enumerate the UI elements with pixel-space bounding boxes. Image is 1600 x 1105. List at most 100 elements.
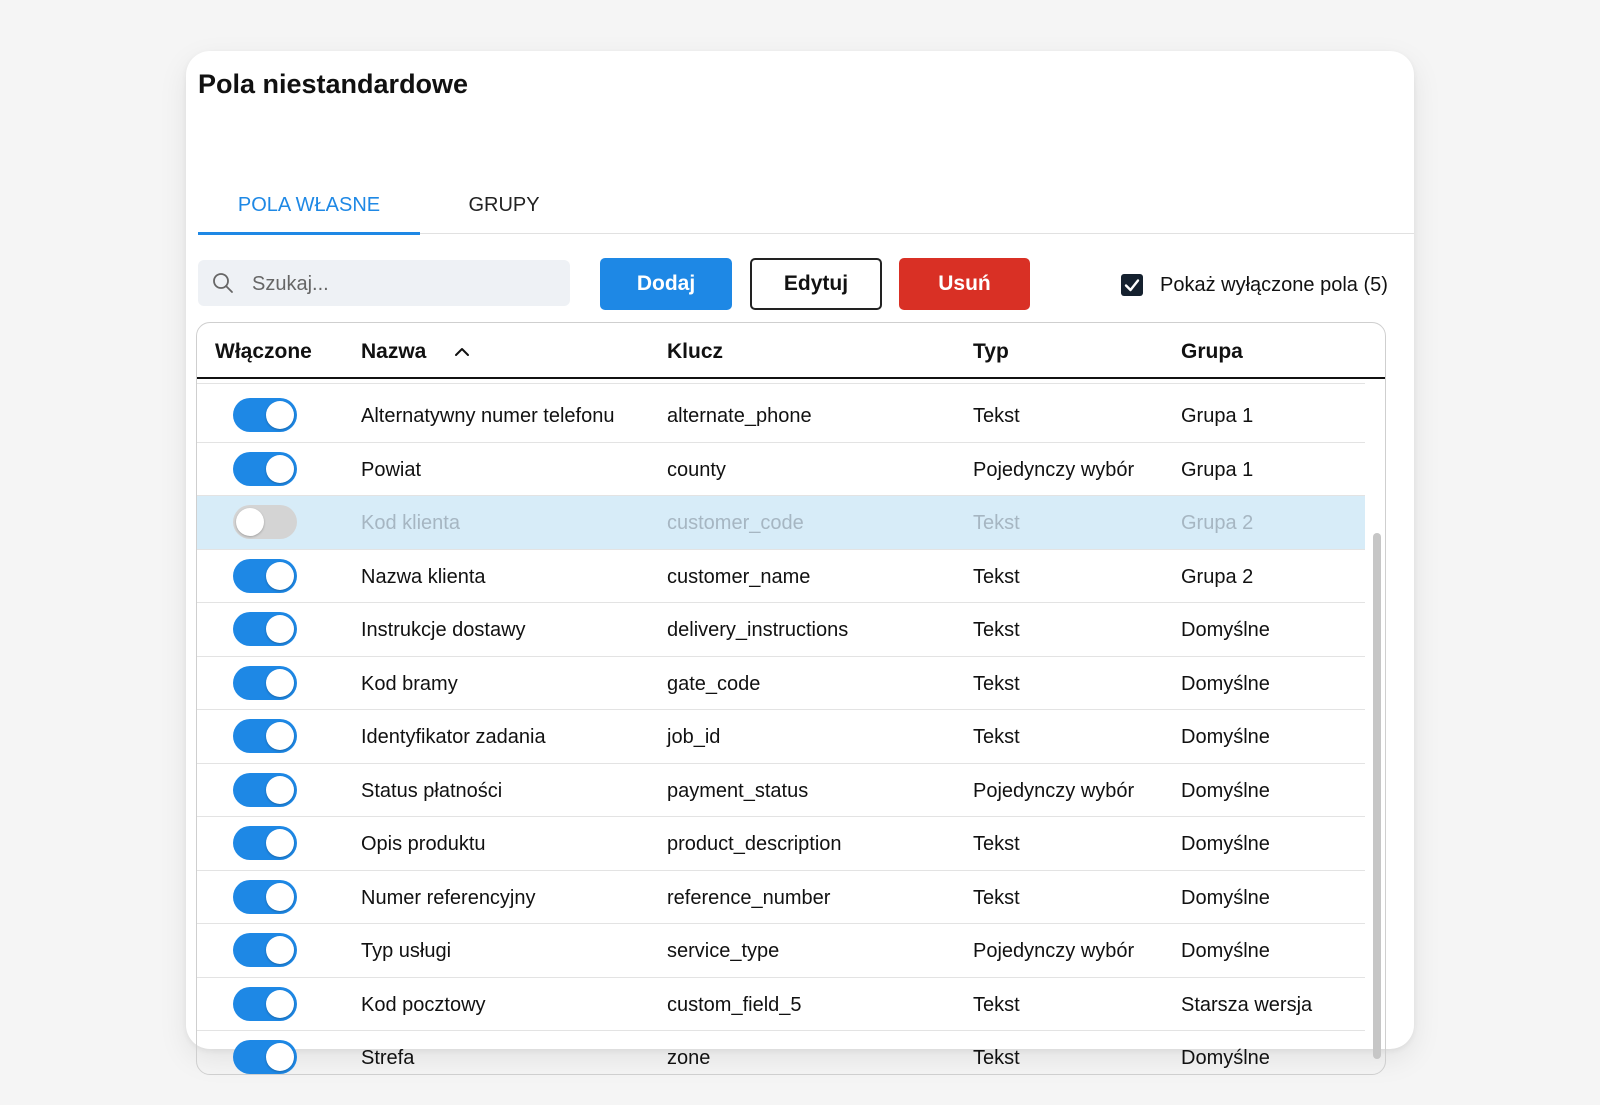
switch-knob <box>266 882 294 911</box>
table-row[interactable]: Instrukcje dostawy delivery_instructions T… <box>197 603 1365 657</box>
enabled-switch[interactable] <box>233 826 297 860</box>
enabled-switch[interactable] <box>233 665 297 700</box>
table-row[interactable]: Kod pocztowy custom_field_5 Tekst Starsza w… <box>197 978 1365 1031</box>
key-cell: service_type <box>667 940 780 962</box>
group-cell: Domyślne <box>1181 1047 1270 1069</box>
add-button[interactable]: Dodaj <box>600 258 732 310</box>
enabled-switch[interactable] <box>233 879 297 914</box>
tab-custom-fields[interactable]: POLA WŁASNE <box>198 175 420 235</box>
type-cell: Tekst <box>973 993 1020 1016</box>
table-row[interactable]: Identyfikator zadania job_id Tekst Domyślne <box>197 710 1365 764</box>
table-row[interactable]: Numer referencyjny reference_number Tekst D… <box>197 871 1365 924</box>
type-cell: Tekst <box>973 565 1020 588</box>
group-cell: Domyślne <box>1181 779 1270 802</box>
enabled-cell <box>215 389 335 441</box>
table-row[interactable]: Powiat county Pojedynczy wybór Grupa 1 <box>197 443 1365 496</box>
switch-knob <box>266 775 294 804</box>
search-input[interactable] <box>250 260 554 308</box>
key-cell: delivery_instructions <box>667 619 849 641</box>
enabled-switch[interactable] <box>233 505 297 539</box>
group-cell: Domyślne <box>1181 619 1270 641</box>
table-row[interactable]: Status płatności payment_status Pojedynczy… <box>197 764 1365 817</box>
enabled-cell <box>215 871 335 923</box>
group-cell: Domyślne <box>1181 940 1270 962</box>
group-cell: Grupa 2 <box>1181 512 1254 534</box>
type-cell: Tekst <box>973 405 1020 427</box>
group-cell: Domyślne <box>1181 833 1270 855</box>
table-row[interactable]: Opis produktu product_description Tekst Dom… <box>197 817 1365 871</box>
name-cell: Alternatywny numer telefonu <box>361 405 615 427</box>
group-cell: Starsza wersja <box>1181 993 1313 1016</box>
group-cell: Grupa 1 <box>1181 405 1254 427</box>
group-cell: Domyślne <box>1181 726 1270 748</box>
edit-button[interactable]: Edytuj <box>750 258 882 310</box>
type-cell: Tekst <box>973 512 1020 534</box>
show-disabled-checkbox[interactable] <box>1121 274 1143 296</box>
table-row[interactable]: Kod bramy gate_code Tekst Domyślne <box>197 657 1365 710</box>
key-cell: customer_name <box>667 565 811 588</box>
table-row[interactable]: Nazwa klienta customer_name Tekst Grupa 2 <box>197 550 1365 603</box>
column-header-enabled[interactable]: Włączone <box>215 323 335 377</box>
enabled-cell <box>215 817 335 869</box>
type-cell: Pojedynczy wybór <box>973 779 1135 802</box>
table-divider <box>197 383 1365 384</box>
table-row[interactable]: Alternatywny numer telefonu alternate_pho… <box>197 389 1365 443</box>
type-cell: Tekst <box>973 1047 1020 1069</box>
switch-knob <box>266 401 294 429</box>
type-cell: Tekst <box>973 886 1020 909</box>
enabled-switch[interactable] <box>233 398 297 432</box>
enabled-switch[interactable] <box>233 1040 297 1074</box>
name-cell: Instrukcje dostawy <box>361 619 526 641</box>
table-row[interactable]: Strefa zone Tekst Domyślne <box>197 1031 1365 1074</box>
enabled-cell <box>215 550 335 602</box>
column-header-group[interactable]: Grupa <box>1181 323 1243 377</box>
type-cell: Tekst <box>973 672 1020 695</box>
key-cell: county <box>667 458 726 481</box>
scrollbar-thumb[interactable] <box>1373 533 1381 1059</box>
column-header-key[interactable]: Klucz <box>667 323 723 377</box>
type-cell: Tekst <box>973 726 1020 748</box>
switch-knob <box>266 829 294 857</box>
name-cell: Typ usługi <box>361 940 452 962</box>
enabled-cell <box>215 496 335 548</box>
table-row[interactable]: Typ usługi service_type Pojedynczy wybór Do… <box>197 924 1365 978</box>
key-cell: customer_code <box>667 512 804 534</box>
tab-groups[interactable]: GRUPY <box>420 175 588 232</box>
tab-bar: POLA WŁASNE GRUPY <box>198 175 1414 235</box>
switch-knob <box>266 668 294 697</box>
switch-knob <box>266 615 294 643</box>
enabled-switch[interactable] <box>233 558 297 593</box>
name-cell: Kod pocztowy <box>361 993 486 1016</box>
group-cell: Grupa 2 <box>1181 565 1254 588</box>
dialog-title: Pola niestandardowe <box>198 69 469 99</box>
table-header: Włączone Nazwa Klucz Typ Grupa <box>197 323 1385 379</box>
custom-fields-dialog: Pola niestandardowe POLA WŁASNE GRUPY Do… <box>186 51 1414 1075</box>
name-cell: Kod klienta <box>361 512 460 534</box>
enabled-cell <box>215 1031 335 1074</box>
search-icon <box>212 272 234 294</box>
name-cell: Numer referencyjny <box>361 886 536 909</box>
enabled-switch[interactable] <box>233 772 297 807</box>
column-header-type[interactable]: Typ <box>973 323 1009 377</box>
key-cell: alternate_phone <box>667 405 812 427</box>
enabled-switch[interactable] <box>233 933 297 967</box>
key-cell: zone <box>667 1047 711 1069</box>
show-disabled-label: Pokaż wyłączone pola (5) <box>1160 273 1388 296</box>
enabled-switch[interactable] <box>233 986 297 1021</box>
key-cell: reference_number <box>667 886 831 909</box>
enabled-cell <box>215 443 335 495</box>
column-header-name[interactable]: Nazwa <box>361 323 470 377</box>
switch-knob <box>266 561 294 590</box>
table-row[interactable]: Kod klienta customer_code Tekst Grupa 2 <box>197 496 1365 550</box>
key-cell: gate_code <box>667 672 761 695</box>
enabled-switch[interactable] <box>233 719 297 753</box>
enabled-cell <box>215 978 335 1030</box>
column-header-name-label: Nazwa <box>361 340 427 363</box>
delete-button[interactable]: Usuń <box>899 258 1030 310</box>
enabled-switch[interactable] <box>233 612 297 646</box>
group-cell: Grupa 1 <box>1181 458 1254 481</box>
group-cell: Domyślne <box>1181 886 1270 909</box>
enabled-cell <box>215 603 335 655</box>
type-cell: Pojedynczy wybór <box>973 458 1135 481</box>
enabled-switch[interactable] <box>233 451 297 486</box>
